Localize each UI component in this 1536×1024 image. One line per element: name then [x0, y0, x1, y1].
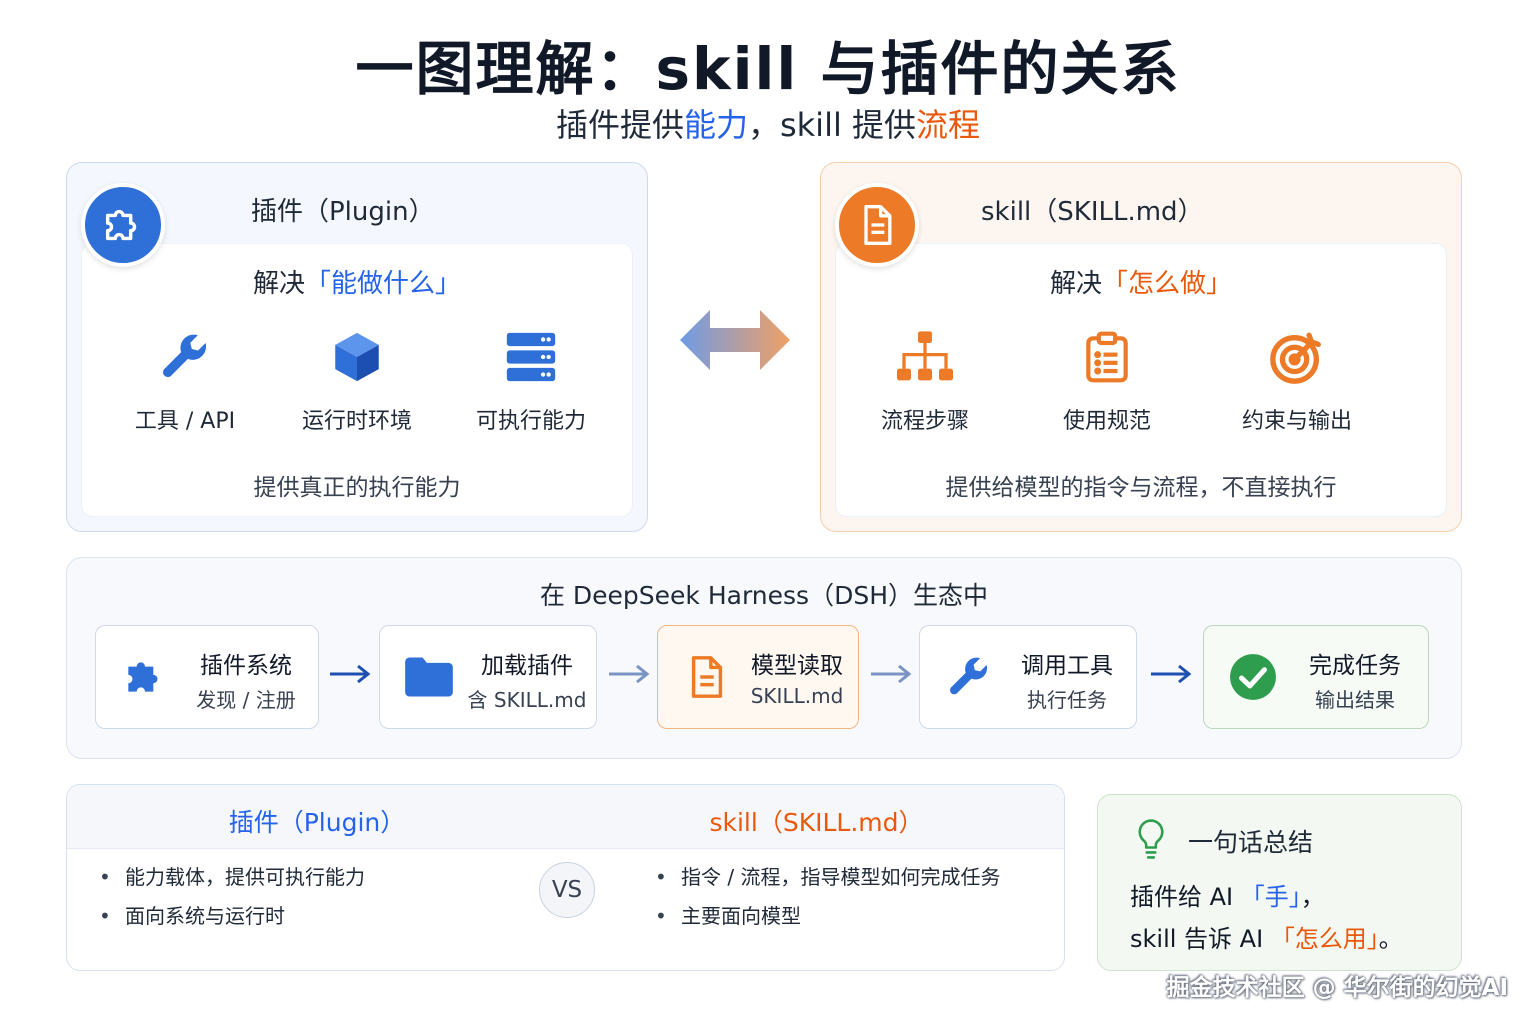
summary-card: 一句话总结 插件给 AI 「手」， skill 告诉 AI 「怎么用」。: [1097, 794, 1462, 971]
org-chart-icon: [897, 331, 953, 381]
summary-line1-a: 插件给 AI: [1130, 883, 1241, 911]
skill-feature-label: 使用规范: [1062, 409, 1151, 434]
plugin-panel-title: 插件（Plugin）: [251, 197, 435, 227]
skill-feature-steps: 流程步骤: [845, 325, 1005, 435]
summary-line2-c: 。: [1378, 925, 1403, 953]
skill-badge: [835, 183, 919, 267]
summary-line-1: 插件给 AI 「手」，: [1130, 877, 1325, 912]
flow-step-call-tools: 调用工具 执行任务: [919, 625, 1137, 729]
subtitle-capability: 能力: [683, 106, 748, 144]
summary-howto: 「怎么用」: [1270, 925, 1379, 953]
flow-step-title: 加载插件: [481, 653, 573, 679]
flow-step-title: 完成任务: [1309, 653, 1401, 679]
page-subtitle: 插件提供能力，skill 提供流程: [0, 100, 1536, 146]
skill-solves-highlight: 「怎么做」: [1102, 269, 1233, 299]
flow-step-complete: 完成任务 输出结果: [1203, 625, 1429, 729]
subtitle-process: 流程: [916, 106, 981, 144]
summary-hand: 「手」: [1240, 883, 1301, 911]
subtitle-part-c: ，skill 提供: [747, 106, 917, 144]
lightbulb-icon: [1138, 819, 1164, 859]
plugin-solves-prefix: 解决: [252, 269, 305, 299]
skill-feature-label: 流程步骤: [880, 409, 969, 434]
target-icon: [1270, 332, 1321, 384]
comparison-right-title: skill（SKILL.md）: [709, 808, 924, 837]
flow-step-subtitle: SKILL.md: [750, 684, 844, 708]
puzzle-icon: [105, 209, 137, 241]
puzzle-icon: [128, 662, 158, 692]
skill-feature-label: 约束与输出: [1241, 409, 1352, 434]
ecosystem-panel: 在 DeepSeek Harness（DSH）生态中 插件系统 发现 / 注册 …: [66, 557, 1462, 759]
ecosystem-title: 在 DeepSeek Harness（DSH）生态中: [539, 581, 989, 610]
check-circle-icon: [1230, 654, 1276, 700]
summary-title: 一句话总结: [1188, 828, 1314, 857]
cube-icon: [335, 332, 379, 382]
plugin-feature-exec: 可执行能力: [451, 325, 611, 435]
summary-line1-c: ，: [1300, 883, 1325, 911]
flow-step-subtitle: 含 SKILL.md: [467, 688, 587, 712]
flow-arrow-icon: [330, 664, 371, 684]
flow-step-load-plugin: 加载插件 含 SKILL.md: [379, 625, 597, 729]
list-item: 指令 / 流程，指导模型如何完成任务: [655, 865, 1000, 904]
plugin-feature-tools: 工具 / API: [105, 325, 265, 435]
flow-step-subtitle: 执行任务: [1027, 688, 1107, 712]
flow-step-plugin-system: 插件系统 发现 / 注册: [95, 625, 319, 729]
list-item: 能力载体，提供可执行能力: [99, 865, 365, 904]
list-item: 主要面向模型: [655, 904, 1000, 943]
comparison-left-list: 能力载体，提供可执行能力 面向系统与运行时: [99, 865, 365, 943]
plugin-feature-label: 工具 / API: [134, 409, 236, 434]
plugin-solves: 解决「能做什么」: [67, 263, 647, 300]
plugin-feature-runtime: 运行时环境: [277, 325, 437, 435]
vs-badge: VS: [539, 862, 595, 918]
page-title: 一图理解：skill 与插件的关系: [355, 35, 1181, 103]
flow-arrow-icon: [609, 664, 650, 684]
skill-solves: 解决「怎么做」: [821, 263, 1461, 300]
plugin-feature-label: 可执行能力: [475, 409, 586, 434]
flow-step-model-read: 模型读取 SKILL.md: [657, 625, 859, 729]
plugin-badge: [81, 183, 165, 267]
folder-icon: [405, 657, 453, 697]
wrench-icon: [163, 334, 207, 378]
watermark: 掘金技术社区 @ 华尔街的幻觉AI: [1166, 975, 1508, 1001]
comparison-right-list: 指令 / 流程，指导模型如何完成任务 主要面向模型: [655, 865, 1000, 943]
flow-step-title: 调用工具: [1021, 653, 1113, 679]
plugin-panel: 插件（Plugin） 解决「能做什么」 工具 / API 运行时环境 可执行能力…: [66, 162, 648, 532]
flow-step-subtitle: 发现 / 注册: [196, 688, 296, 712]
skill-feature-spec: 使用规范: [1027, 325, 1187, 435]
summary-line-2: skill 告诉 AI 「怎么用」。: [1130, 919, 1403, 954]
flow-arrow-icon: [1151, 664, 1192, 684]
wrench-icon: [950, 657, 988, 695]
plugin-feature-label: 运行时环境: [301, 409, 412, 434]
flow-step-subtitle: 输出结果: [1315, 688, 1395, 712]
subtitle-part-a: 插件提供: [555, 106, 684, 144]
skill-solves-prefix: 解决: [1049, 269, 1102, 299]
document-icon: [691, 656, 723, 698]
skill-panel-footer: 提供给模型的指令与流程，不直接执行: [945, 475, 1337, 501]
server-icon: [506, 332, 556, 382]
list-item: 面向系统与运行时: [99, 904, 365, 943]
plugin-panel-footer: 提供真正的执行能力: [253, 475, 461, 501]
comparison-left-title: 插件（Plugin）: [228, 808, 406, 837]
clipboard-icon: [1086, 331, 1128, 383]
document-icon: [864, 205, 892, 245]
flow-arrow-icon: [871, 664, 912, 684]
flow-step-title: 插件系统: [200, 653, 292, 679]
comparison-table: 插件（Plugin） skill（SKILL.md） 能力载体，提供可执行能力 …: [66, 784, 1065, 971]
skill-panel: skill（SKILL.md） 解决「怎么做」 流程步骤 使用规范 约束与输出 …: [820, 162, 1462, 532]
plugin-solves-highlight: 「能做什么」: [305, 269, 462, 299]
summary-line2-a: skill 告诉 AI: [1130, 925, 1271, 953]
flow-step-title: 模型读取: [751, 653, 843, 679]
skill-feature-constraints: 约束与输出: [1217, 325, 1377, 435]
skill-panel-title: skill（SKILL.md）: [981, 197, 1204, 227]
bidirectional-arrow-icon: [680, 310, 790, 370]
